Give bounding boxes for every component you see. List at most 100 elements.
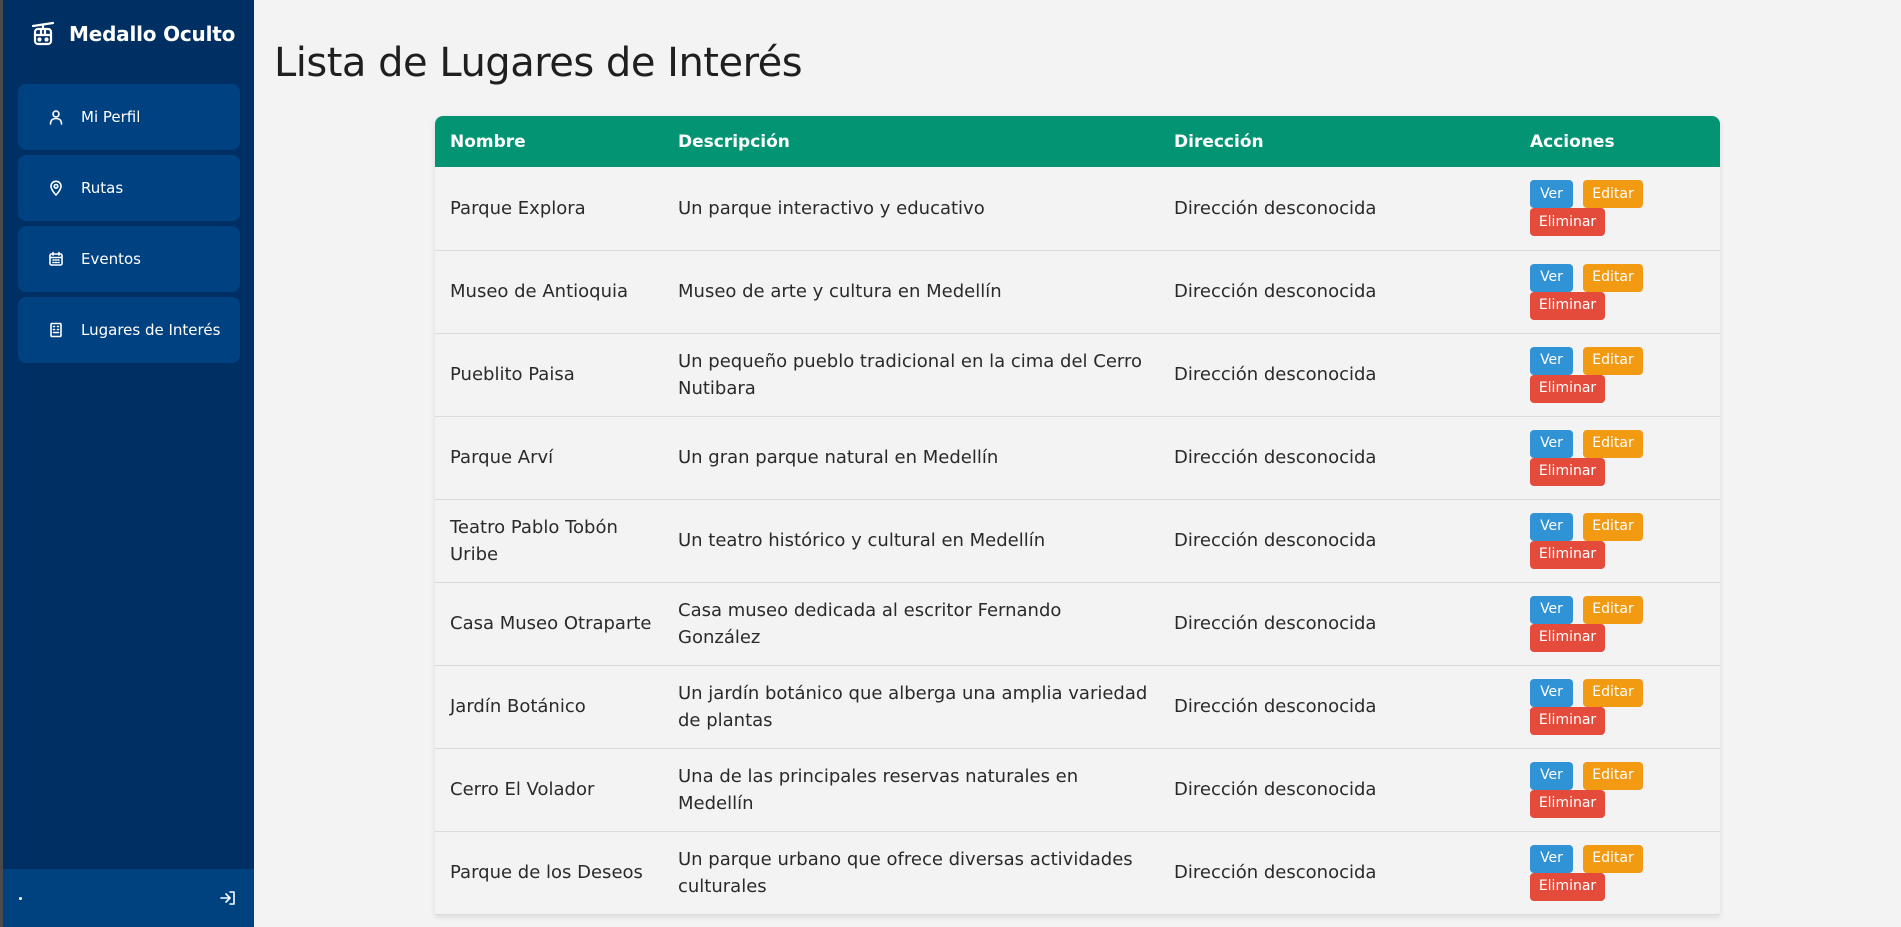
row-actions: Ver Editar Eliminar [1530, 512, 1660, 569]
places-table: Nombre Descripción Dirección Acciones Pa… [435, 116, 1720, 915]
sidebar: Medallo Oculto Mi Perfil Rutas Eventos L… [3, 0, 254, 927]
table-row: Pueblito Paisa Un pequeño pueblo tradicio… [435, 333, 1720, 417]
view-button[interactable]: Ver [1530, 429, 1573, 458]
edit-button[interactable]: Editar [1583, 761, 1643, 790]
sidebar-item-label: Eventos [81, 250, 141, 268]
cell-descripcion: Un gran parque natural en Medellín [663, 416, 1159, 500]
cable-car-icon [29, 20, 57, 48]
cell-acciones: Ver Editar Eliminar [1515, 582, 1720, 666]
row-actions: Ver Editar Eliminar [1530, 429, 1660, 486]
cell-nombre: Parque de los Deseos [435, 831, 663, 915]
delete-button[interactable]: Eliminar [1530, 208, 1605, 237]
sidebar-item-label: Lugares de Interés [81, 321, 221, 339]
view-button[interactable]: Ver [1530, 678, 1573, 707]
delete-button[interactable]: Eliminar [1530, 789, 1605, 818]
cell-acciones: Ver Editar Eliminar [1515, 333, 1720, 417]
column-header-descripcion: Descripción [678, 131, 790, 152]
row-actions: Ver Editar Eliminar [1530, 346, 1660, 403]
edit-button[interactable]: Editar [1583, 429, 1643, 458]
main-content: Lista de Lugares de Interés Nombre Descr… [254, 0, 1901, 927]
cell-nombre: Parque Arví [435, 416, 663, 500]
cell-descripcion: Casa museo dedicada al escritor Fernando… [663, 582, 1159, 666]
status-dot [19, 897, 22, 900]
row-actions: Ver Editar Eliminar [1530, 761, 1660, 818]
delete-button[interactable]: Eliminar [1530, 291, 1605, 320]
places-table-container: Nombre Descripción Dirección Acciones Pa… [435, 116, 1720, 915]
cell-direccion: Dirección desconocida [1159, 416, 1515, 500]
edit-button[interactable]: Editar [1583, 346, 1643, 375]
table-row: Teatro Pablo Tobón Uribe Un teatro histór… [435, 499, 1720, 583]
brand[interactable]: Medallo Oculto [3, 0, 254, 68]
map-pin-icon [47, 179, 65, 197]
edit-button[interactable]: Editar [1583, 512, 1643, 541]
delete-button[interactable]: Eliminar [1530, 623, 1605, 652]
cell-direccion: Dirección desconocida [1159, 748, 1515, 832]
sidebar-item-eventos[interactable]: Eventos [18, 226, 240, 292]
user-icon [47, 108, 65, 126]
view-button[interactable]: Ver [1530, 180, 1573, 209]
sidebar-item-label: Mi Perfil [81, 108, 141, 126]
sidebar-item-label: Rutas [81, 179, 124, 197]
view-button[interactable]: Ver [1530, 595, 1573, 624]
cell-nombre: Casa Museo Otraparte [435, 582, 663, 666]
cell-nombre: Pueblito Paisa [435, 333, 663, 417]
calendar-icon [47, 250, 65, 268]
row-actions: Ver Editar Eliminar [1530, 844, 1660, 901]
row-actions: Ver Editar Eliminar [1530, 263, 1660, 320]
sidebar-nav: Mi Perfil Rutas Eventos Lugares de Inter… [3, 68, 254, 363]
delete-button[interactable]: Eliminar [1530, 457, 1605, 486]
view-button[interactable]: Ver [1530, 512, 1573, 541]
column-header-acciones: Acciones [1530, 131, 1615, 152]
view-button[interactable]: Ver [1530, 761, 1573, 790]
cell-direccion: Dirección desconocida [1159, 831, 1515, 915]
cell-nombre: Cerro El Volador [435, 748, 663, 832]
view-button[interactable]: Ver [1530, 844, 1573, 873]
view-button[interactable]: Ver [1530, 263, 1573, 292]
cell-nombre: Parque Explora [435, 167, 663, 251]
cell-nombre: Jardín Botánico [435, 665, 663, 749]
cell-acciones: Ver Editar Eliminar [1515, 167, 1720, 251]
page-title: Lista de Lugares de Interés [274, 40, 803, 86]
cell-descripcion: Un parque interactivo y educativo [663, 167, 1159, 251]
delete-button[interactable]: Eliminar [1530, 706, 1605, 735]
row-actions: Ver Editar Eliminar [1530, 678, 1660, 735]
cell-acciones: Ver Editar Eliminar [1515, 831, 1720, 915]
sidebar-item-mi-perfil[interactable]: Mi Perfil [18, 84, 240, 150]
delete-button[interactable]: Eliminar [1530, 374, 1605, 403]
table-row: Parque Arví Un gran parque natural en Med… [435, 416, 1720, 500]
cell-acciones: Ver Editar Eliminar [1515, 499, 1720, 583]
cell-direccion: Dirección desconocida [1159, 582, 1515, 666]
column-header-nombre: Nombre [450, 131, 526, 152]
edit-button[interactable]: Editar [1583, 595, 1643, 624]
sidebar-item-rutas[interactable]: Rutas [18, 155, 240, 221]
cell-direccion: Dirección desconocida [1159, 333, 1515, 417]
edit-button[interactable]: Editar [1583, 263, 1643, 292]
column-header-direccion: Dirección [1174, 131, 1264, 152]
cell-acciones: Ver Editar Eliminar [1515, 665, 1720, 749]
row-actions: Ver Editar Eliminar [1530, 180, 1660, 237]
sidebar-item-lugares-de-interes[interactable]: Lugares de Interés [18, 297, 240, 363]
table-row: Cerro El Volador Una de las principales r… [435, 748, 1720, 832]
cell-nombre: Museo de Antioquia [435, 250, 663, 334]
table-row: Jardín Botánico Un jardín botánico que al… [435, 665, 1720, 749]
cell-direccion: Dirección desconocida [1159, 167, 1515, 251]
cell-descripcion: Un jardín botánico que alberga una ampli… [663, 665, 1159, 749]
row-actions: Ver Editar Eliminar [1530, 595, 1660, 652]
delete-button[interactable]: Eliminar [1530, 540, 1605, 569]
view-button[interactable]: Ver [1530, 346, 1573, 375]
logout-icon[interactable] [218, 888, 238, 908]
table-header-row: Nombre Descripción Dirección Acciones [435, 116, 1720, 167]
cell-descripcion: Un pequeño pueblo tradicional en la cima… [663, 333, 1159, 417]
cell-acciones: Ver Editar Eliminar [1515, 748, 1720, 832]
edit-button[interactable]: Editar [1583, 678, 1643, 707]
cell-descripcion: Museo de arte y cultura en Medellín [663, 250, 1159, 334]
cell-direccion: Dirección desconocida [1159, 250, 1515, 334]
table-row: Museo de Antioquia Museo de arte y cultur… [435, 250, 1720, 334]
building-icon [47, 321, 65, 339]
edit-button[interactable]: Editar [1583, 180, 1643, 209]
edit-button[interactable]: Editar [1583, 844, 1643, 873]
cell-acciones: Ver Editar Eliminar [1515, 416, 1720, 500]
cell-descripcion: Una de las principales reservas naturale… [663, 748, 1159, 832]
cell-direccion: Dirección desconocida [1159, 665, 1515, 749]
delete-button[interactable]: Eliminar [1530, 872, 1605, 901]
